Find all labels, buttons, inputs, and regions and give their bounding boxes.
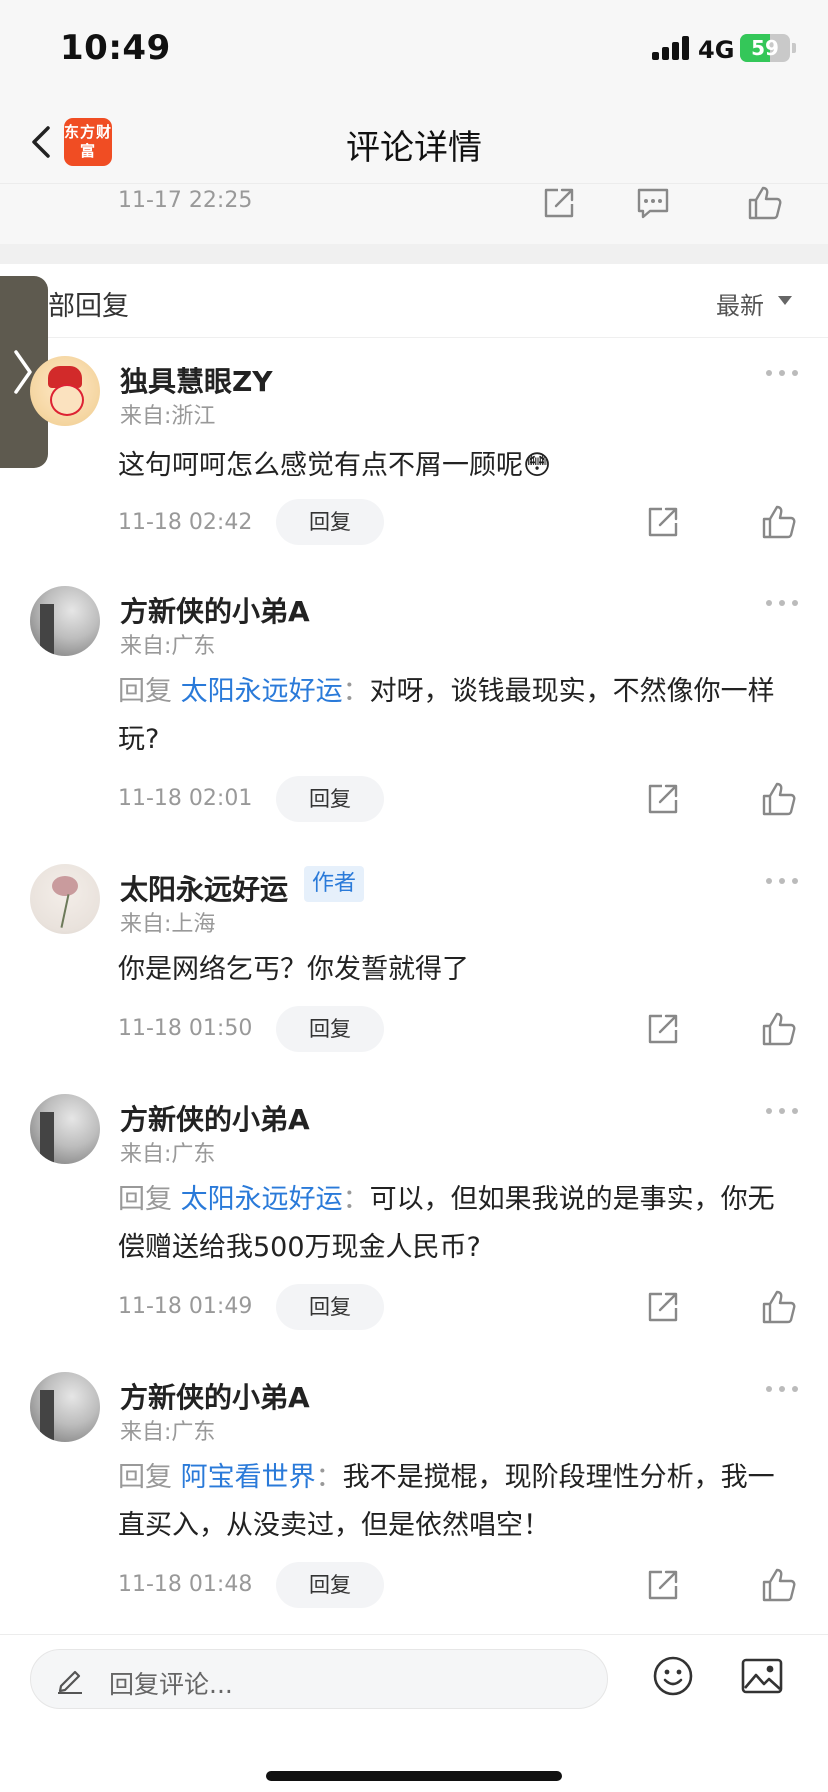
- comment-body: 这句呵呵怎么感觉有点不屑一顾呢😳: [118, 450, 552, 481]
- reply-colon: ：: [342, 1184, 370, 1215]
- image-icon[interactable]: [740, 1657, 784, 1695]
- chat-icon[interactable]: [634, 184, 672, 222]
- reply-target-link[interactable]: 阿宝看世界: [181, 1462, 316, 1493]
- avatar[interactable]: [30, 864, 100, 934]
- avatar[interactable]: [30, 1094, 100, 1164]
- share-icon[interactable]: [644, 1566, 682, 1604]
- avatar[interactable]: [30, 356, 100, 426]
- share-icon[interactable]: [644, 1010, 682, 1048]
- timestamp: 11-17 22:25: [118, 188, 253, 213]
- username[interactable]: 方新侠的小弟A: [120, 1098, 310, 1138]
- more-icon[interactable]: [766, 370, 798, 378]
- username[interactable]: 太阳永远好运: [120, 868, 288, 908]
- emoji-icon[interactable]: [652, 1655, 694, 1697]
- more-icon[interactable]: [766, 878, 798, 886]
- divider: [0, 244, 828, 264]
- more-icon[interactable]: [766, 1386, 798, 1394]
- share-icon[interactable]: [644, 780, 682, 818]
- timestamp: 11-18 01:48: [118, 1572, 253, 1597]
- more-icon[interactable]: [766, 1108, 798, 1116]
- back-icon[interactable]: [24, 120, 64, 164]
- username[interactable]: 方新侠的小弟A: [120, 1376, 310, 1416]
- battery-level: 59: [751, 36, 779, 60]
- like-icon[interactable]: [760, 780, 798, 818]
- like-icon[interactable]: [760, 1288, 798, 1326]
- reply-prefix: 回复: [118, 676, 172, 707]
- reply-button[interactable]: 回复: [276, 1006, 384, 1052]
- comment-text[interactable]: 你是网络乞丐？你发誓就得了: [118, 946, 794, 994]
- page-title: 评论详情: [346, 128, 482, 168]
- pencil-icon: [58, 1670, 82, 1694]
- avatar[interactable]: [30, 1372, 100, 1442]
- app-logo: 东方财富: [64, 118, 112, 166]
- previous-comment-footer: 11-17 22:25: [0, 184, 828, 244]
- author-badge: 作者: [304, 866, 365, 902]
- comment-text[interactable]: 回复 阿宝看世界：我不是搅棍，现阶段理性分析，我一直买入，从没卖过，但是依然唱空…: [118, 1454, 794, 1550]
- reply-target-link[interactable]: 太阳永远好运: [181, 676, 343, 707]
- location: 来自:广东: [120, 1142, 216, 1167]
- comment-item: 方新侠的小弟A 来自:广东 回复 太阳永远好运：可以，但如果我说的是事实，你无偿…: [0, 1094, 828, 1344]
- location: 来自:浙江: [120, 404, 216, 429]
- reply-prefix: 回复: [118, 1462, 172, 1493]
- location: 来自:广东: [120, 634, 216, 659]
- comment-text[interactable]: 这句呵呵怎么感觉有点不屑一顾呢😳: [118, 442, 794, 490]
- username[interactable]: 独具慧眼ZY: [120, 360, 273, 400]
- reply-button[interactable]: 回复: [276, 776, 384, 822]
- nav-bar: 评论详情 东方财富: [0, 100, 828, 184]
- reply-button[interactable]: 回复: [276, 1562, 384, 1608]
- reply-button[interactable]: 回复: [276, 499, 384, 545]
- reply-input[interactable]: 回复评论...: [30, 1649, 608, 1709]
- replies-header: 部回复 最新: [0, 264, 828, 338]
- section-title: 部回复: [48, 291, 129, 322]
- status-time: 10:49: [60, 28, 171, 68]
- signal-icon: [652, 36, 690, 60]
- reply-colon: ：: [342, 676, 370, 707]
- timestamp: 11-18 02:01: [118, 786, 253, 811]
- status-bar: 10:49 4G 59: [0, 0, 828, 100]
- comment-item: 方新侠的小弟A 来自:广东 回复 太阳永远好运：对呀，谈钱最现实，不然像你一样玩…: [0, 586, 828, 836]
- more-icon[interactable]: [766, 600, 798, 608]
- like-icon[interactable]: [746, 184, 784, 222]
- bottom-input-bar: 回复评论...: [0, 1634, 828, 1792]
- comment-body: 你是网络乞丐？你发誓就得了: [118, 954, 469, 985]
- comment-item: 方新侠的小弟A 来自:广东 回复 阿宝看世界：我不是搅棍，现阶段理性分析，我一直…: [0, 1372, 828, 1622]
- username[interactable]: 方新侠的小弟A: [120, 590, 310, 630]
- battery-icon: 59: [740, 34, 790, 62]
- like-icon[interactable]: [760, 1566, 798, 1604]
- location: 来自:广东: [120, 1420, 216, 1445]
- comment-item: 独具慧眼ZY 来自:浙江 这句呵呵怎么感觉有点不屑一顾呢😳 11-18 02:4…: [0, 356, 828, 556]
- input-placeholder: 回复评论...: [109, 1670, 233, 1699]
- timestamp: 11-18 02:42: [118, 510, 253, 535]
- share-icon[interactable]: [644, 1288, 682, 1326]
- reply-prefix: 回复: [118, 1184, 172, 1215]
- like-icon[interactable]: [760, 503, 798, 541]
- avatar[interactable]: [30, 586, 100, 656]
- like-icon[interactable]: [760, 1010, 798, 1048]
- comment-text[interactable]: 回复 太阳永远好运：可以，但如果我说的是事实，你无偿赠送给我500万现金人民币?: [118, 1176, 794, 1272]
- chevron-down-icon[interactable]: [778, 296, 792, 305]
- comment-text[interactable]: 回复 太阳永远好运：对呀，谈钱最现实，不然像你一样玩?: [118, 668, 794, 764]
- reply-target-link[interactable]: 太阳永远好运: [181, 1184, 343, 1215]
- timestamp: 11-18 01:49: [118, 1294, 253, 1319]
- reply-colon: ：: [315, 1462, 343, 1493]
- sort-dropdown[interactable]: 最新: [716, 286, 764, 321]
- timestamp: 11-18 01:50: [118, 1016, 253, 1041]
- network-label: 4G: [698, 36, 735, 64]
- comment-item: 太阳永远好运 作者 来自:上海 你是网络乞丐？你发誓就得了 11-18 01:5…: [0, 864, 828, 1064]
- share-icon[interactable]: [540, 184, 578, 222]
- reply-button[interactable]: 回复: [276, 1284, 384, 1330]
- share-icon[interactable]: [644, 503, 682, 541]
- location: 来自:上海: [120, 912, 216, 937]
- home-indicator: [266, 1771, 562, 1781]
